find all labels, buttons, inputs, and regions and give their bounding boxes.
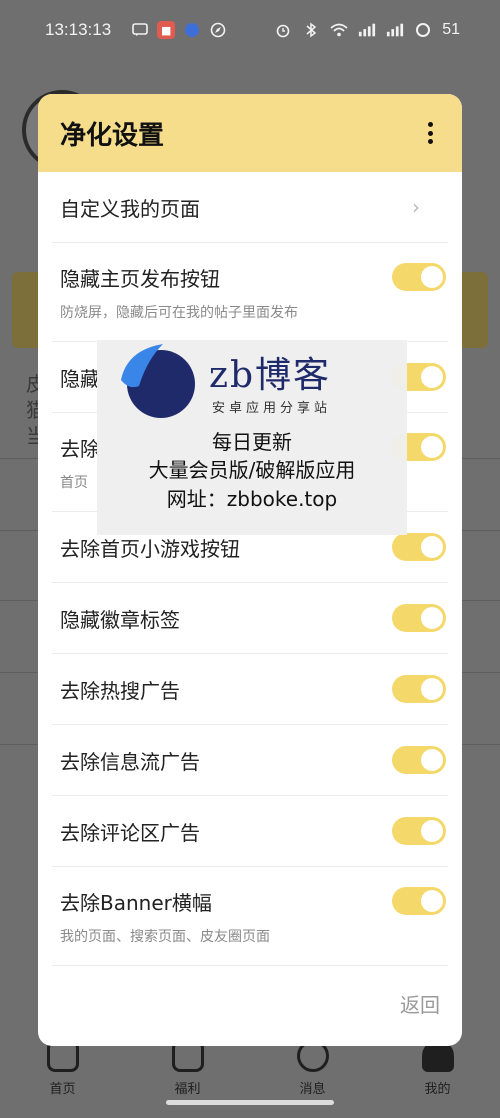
row-description: 防烧屏，隐藏后可在我的帖子里面发布 [60,304,298,321]
row-remove-banner[interactable]: 去除Banner横幅 我的页面、搜索页面、皮友圈页面 [52,867,448,966]
row-label: 自定义我的页面 [60,196,200,221]
battery-level: 51 [442,21,460,38]
row-label: 去除Banner横幅 [60,890,212,915]
home-indicator[interactable] [166,1100,334,1105]
nav-home-label: 首页 [49,1082,76,1097]
dialog-header: 净化设置 [38,94,462,172]
wifi-icon [330,21,348,39]
row-label: 去除信息流广告 [60,749,200,774]
watermark-tagline: 安卓应用分享站 [212,401,332,416]
row-label: 隐藏 [60,366,100,391]
nav-mine[interactable]: 我的 [398,1040,478,1097]
row-label: 去除评论区广告 [60,820,200,845]
signal-icon-2 [386,21,404,39]
signal-icon-1 [358,21,376,39]
app-notification-icon: ■ [157,21,176,39]
watermark-line-3: 网址：zbboke.top [166,487,338,511]
nav-messages-label: 消息 [299,1082,326,1097]
row-remove-feed-ads[interactable]: 去除信息流广告 [52,725,448,796]
row-description: 我的页面、搜索页面、皮友圈页面 [60,928,270,945]
alarm-icon [274,21,292,39]
back-button[interactable]: 返回 [400,989,440,1018]
watermark-line-1: 每日更新 [212,430,292,454]
toggle-switch[interactable] [392,887,446,915]
blue-app-icon [183,21,201,39]
nav-mine-label: 我的 [424,1082,451,1097]
row-label: 隐藏徽章标签 [60,607,180,632]
row-label: 去除首页小游戏按钮 [60,536,240,561]
toggle-switch[interactable] [392,746,446,774]
row-label: 去除热搜广告 [60,678,180,703]
row-remove-hot-search-ads[interactable]: 去除热搜广告 [52,654,448,725]
row-remove-comment-ads[interactable]: 去除评论区广告 [52,796,448,867]
compass-icon [209,21,227,39]
toggle-switch[interactable] [392,604,446,632]
row-label: 隐藏主页发布按钮 [60,266,220,291]
row-hide-badge-tags[interactable]: 隐藏徽章标签 [52,583,448,654]
row-custom-my-page[interactable]: 自定义我的页面 › [52,172,448,243]
nav-home[interactable]: 首页 [23,1040,103,1097]
watermark-brand: zb博客 [209,355,332,396]
status-bar: 13:13:13 ■ 51 [0,0,500,60]
nav-welfare[interactable]: 福利 [148,1040,228,1097]
watermark-line-2: 大量会员版/破解版应用 [148,458,356,482]
purify-settings-dialog: 净化设置 自定义我的页面 › 隐藏主页发布按钮 防烧屏，隐藏后可在我的帖子里面发… [38,94,462,1046]
nav-welfare-label: 福利 [174,1082,201,1097]
toggle-switch[interactable] [392,263,446,291]
nav-messages[interactable]: 消息 [273,1040,353,1097]
watermark-overlay: zb博客 安卓应用分享站 每日更新 大量会员版/破解版应用 网址：zbboke.… [97,340,407,535]
more-options-icon[interactable] [420,118,440,148]
settings-list: 自定义我的页面 › 隐藏主页发布按钮 防烧屏，隐藏后可在我的帖子里面发布 隐藏 … [38,172,462,966]
bluetooth-icon [302,21,320,39]
toggle-switch[interactable] [392,533,446,561]
toggle-switch[interactable] [392,817,446,845]
chevron-right-icon: › [412,195,420,219]
status-time: 13:13:13 [45,20,112,39]
zb-logo-icon [121,344,195,418]
toggle-switch[interactable] [392,675,446,703]
dialog-title: 净化设置 [60,120,165,151]
dialog-footer: 返回 [400,989,440,1018]
battery-icon [414,21,432,39]
row-hide-publish-button[interactable]: 隐藏主页发布按钮 防烧屏，隐藏后可在我的帖子里面发布 [52,243,448,342]
row-label: 去除 [60,436,100,461]
message-icon [131,21,149,39]
